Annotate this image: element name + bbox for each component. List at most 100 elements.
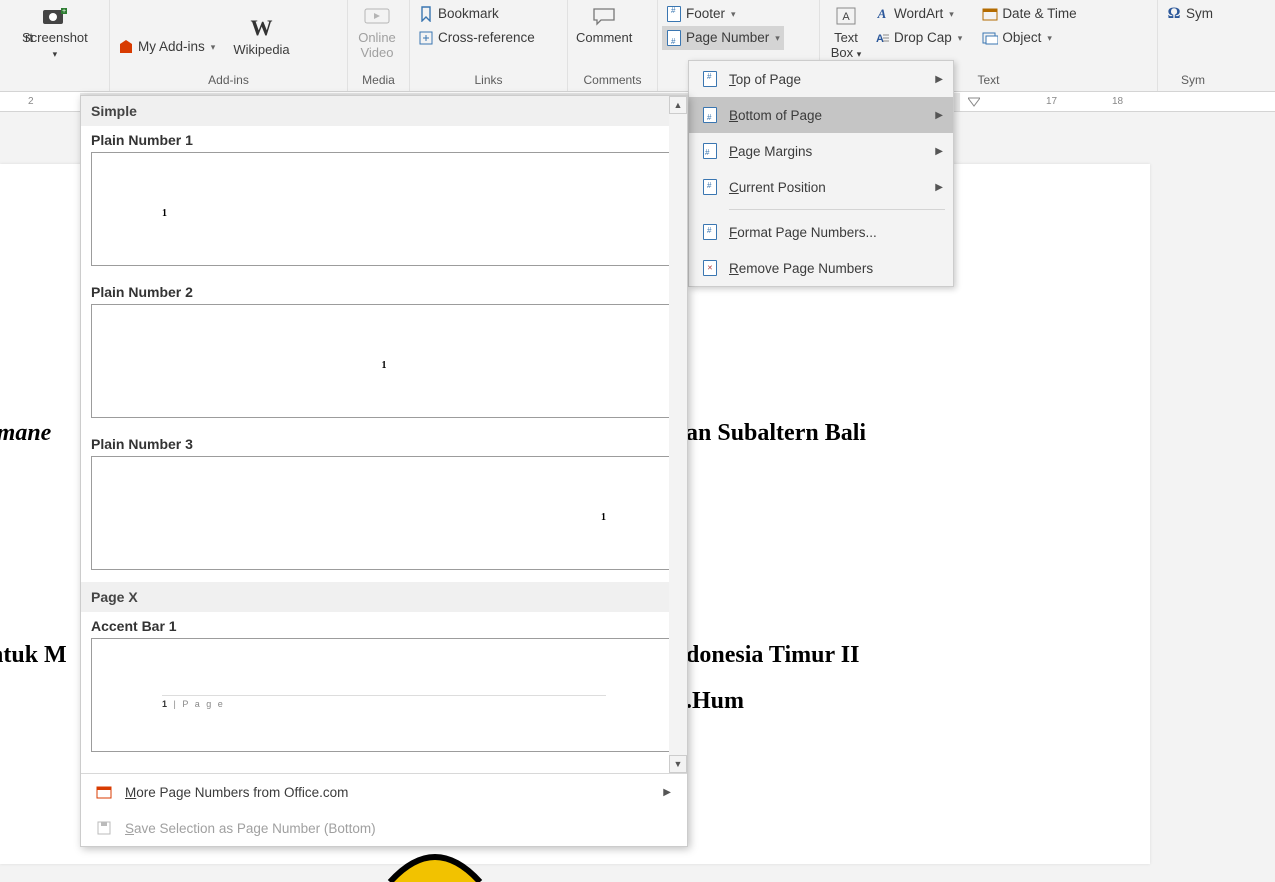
accent-text: 1 | P a g e bbox=[162, 699, 225, 709]
chevron-down-icon: ▾ bbox=[53, 49, 58, 59]
svg-text:A: A bbox=[876, 33, 884, 45]
gallery-category-simple: Simple bbox=[81, 96, 687, 126]
gallery-item-label: Accent Bar 1 bbox=[81, 612, 687, 638]
crossref-icon bbox=[418, 30, 434, 46]
wikipedia-icon: W bbox=[245, 16, 277, 40]
my-addins-button[interactable]: My Add-ins ▾ bbox=[114, 35, 219, 59]
doc-text: donesia Timur II bbox=[686, 642, 859, 669]
object-button[interactable]: Object ▾ bbox=[978, 26, 1080, 50]
store-icon bbox=[118, 39, 134, 55]
ruler-mark: 17 bbox=[1046, 96, 1057, 107]
accent-bar bbox=[162, 695, 606, 696]
submenu-top-of-page[interactable]: Top of Page ▶ bbox=[689, 61, 953, 97]
page-number-button[interactable]: Page Number ▾ bbox=[662, 26, 784, 50]
gallery-item-plain-1[interactable]: 1 bbox=[91, 152, 677, 266]
document-graphic bbox=[380, 842, 490, 882]
submenu-bottom-of-page[interactable]: Bottom of Page ▶ bbox=[689, 97, 953, 133]
ribbon-fragment-rt: rt bbox=[0, 0, 14, 91]
cross-reference-button[interactable]: Cross-reference bbox=[414, 26, 539, 50]
page-bottom-icon bbox=[695, 107, 725, 123]
footer-button[interactable]: Footer ▾ bbox=[662, 2, 784, 26]
dropcap-icon: A bbox=[874, 30, 890, 46]
wordart-icon: A bbox=[874, 6, 890, 22]
doc-text: lmane bbox=[0, 420, 51, 447]
chevron-down-icon: ▾ bbox=[949, 4, 954, 24]
svg-text:A: A bbox=[842, 11, 850, 23]
scroll-track[interactable] bbox=[669, 114, 687, 755]
online-video-button[interactable]: OnlineVideo bbox=[352, 2, 402, 62]
indent-marker-icon[interactable] bbox=[968, 94, 980, 108]
ribbon: rt + Screenshot▾ My Add-ins ▾ W bbox=[0, 0, 1275, 92]
media-group-label: Media bbox=[352, 71, 405, 91]
ruler-mark: 18 bbox=[1112, 96, 1123, 107]
scroll-down-icon[interactable]: ▼ bbox=[669, 755, 687, 773]
chevron-down-icon: ▾ bbox=[775, 28, 780, 48]
save-selection-button: Save Selection as Page Number (Bottom) bbox=[81, 810, 687, 846]
screenshot-button[interactable]: + Screenshot▾ bbox=[18, 2, 92, 64]
page-number-submenu: Top of Page ▶ Bottom of Page ▶ Page Marg… bbox=[688, 60, 954, 287]
comment-button[interactable]: Comment bbox=[572, 2, 636, 47]
submenu-page-margins[interactable]: Page Margins ▶ bbox=[689, 133, 953, 169]
chevron-down-icon: ▾ bbox=[1047, 28, 1052, 48]
submenu-format-page-numbers[interactable]: Format Page Numbers... bbox=[689, 214, 953, 250]
date-time-button[interactable]: Date & Time bbox=[978, 2, 1080, 26]
chevron-right-icon: ▶ bbox=[935, 182, 943, 193]
scroll-up-icon[interactable]: ▲ bbox=[669, 96, 687, 114]
more-from-office-button[interactable]: More Page Numbers from Office.com ▶ bbox=[81, 774, 687, 810]
doc-text: ntuk M bbox=[0, 642, 67, 669]
office-icon bbox=[93, 784, 115, 800]
omega-icon: Ω bbox=[1166, 6, 1182, 22]
chevron-right-icon: ▶ bbox=[935, 110, 943, 121]
submenu-current-position[interactable]: Current Position ▶ bbox=[689, 169, 953, 205]
symbol-button[interactable]: Ω Sym bbox=[1162, 2, 1217, 26]
video-icon bbox=[361, 4, 393, 28]
gallery-category-pagex: Page X bbox=[81, 582, 687, 612]
screenshot-icon: + bbox=[39, 4, 71, 28]
gallery-item-accent-1[interactable]: 1 | P a g e bbox=[91, 638, 677, 752]
format-icon bbox=[695, 224, 725, 240]
remove-icon bbox=[695, 260, 725, 276]
bookmark-button[interactable]: Bookmark bbox=[414, 2, 539, 26]
doc-text: .Hum bbox=[686, 688, 744, 715]
separator bbox=[729, 209, 945, 210]
page-number-gallery: Simple Plain Number 1 1 Plain Number 2 1… bbox=[80, 95, 688, 847]
submenu-remove-page-numbers[interactable]: Remove Page Numbers bbox=[689, 250, 953, 286]
comments-group: Comment Comments bbox=[568, 0, 658, 91]
ribbon-fragments-left: + Screenshot▾ bbox=[14, 0, 110, 91]
textbox-icon: A bbox=[830, 4, 862, 28]
gallery-item-label: Plain Number 1 bbox=[81, 126, 687, 152]
gallery-item-plain-2[interactable]: 1 bbox=[91, 304, 677, 418]
wikipedia-button[interactable]: W Wikipedia bbox=[229, 14, 293, 59]
comment-icon bbox=[588, 4, 620, 28]
ruler-mark: 2 bbox=[28, 96, 34, 107]
media-group: OnlineVideo Media bbox=[348, 0, 410, 91]
calendar-icon bbox=[982, 6, 998, 22]
symbols-group: Ω Sym Sym bbox=[1158, 0, 1228, 91]
links-group-label: Links bbox=[414, 71, 563, 91]
doc-text: an Subaltern Bali bbox=[686, 420, 866, 447]
chevron-right-icon: ▶ bbox=[935, 74, 943, 85]
addins-group: My Add-ins ▾ W Wikipedia Add-ins bbox=[110, 0, 348, 91]
text-box-button[interactable]: A TextBox ▾ bbox=[824, 2, 868, 64]
gallery-item-label: Plain Number 2 bbox=[81, 278, 687, 304]
chevron-down-icon: ▾ bbox=[857, 49, 862, 59]
comments-group-label: Comments bbox=[572, 71, 653, 91]
wordart-button[interactable]: A WordArt ▾ bbox=[870, 2, 966, 26]
chevron-right-icon: ▶ bbox=[935, 146, 943, 157]
gallery-scrollbar[interactable]: ▲ ▼ bbox=[669, 96, 687, 773]
dropcap-button[interactable]: A Drop Cap ▾ bbox=[870, 26, 966, 50]
chevron-right-icon: ▶ bbox=[663, 787, 671, 798]
gallery-item-plain-3[interactable]: 1 bbox=[91, 456, 677, 570]
gallery-footer: More Page Numbers from Office.com ▶ Save… bbox=[81, 773, 687, 846]
symbols-group-label: Sym bbox=[1162, 71, 1224, 91]
addins-group-label: Add-ins bbox=[114, 71, 343, 91]
gallery-item-label: Plain Number 3 bbox=[81, 430, 687, 456]
bookmark-icon bbox=[418, 6, 434, 22]
links-group: Bookmark Cross-reference Links bbox=[410, 0, 568, 91]
pagenumber-icon bbox=[666, 30, 682, 46]
footer-icon bbox=[666, 6, 682, 22]
page-top-icon bbox=[695, 71, 725, 87]
chevron-down-icon: ▾ bbox=[211, 37, 216, 57]
svg-text:+: + bbox=[62, 8, 66, 15]
object-icon bbox=[982, 30, 998, 46]
